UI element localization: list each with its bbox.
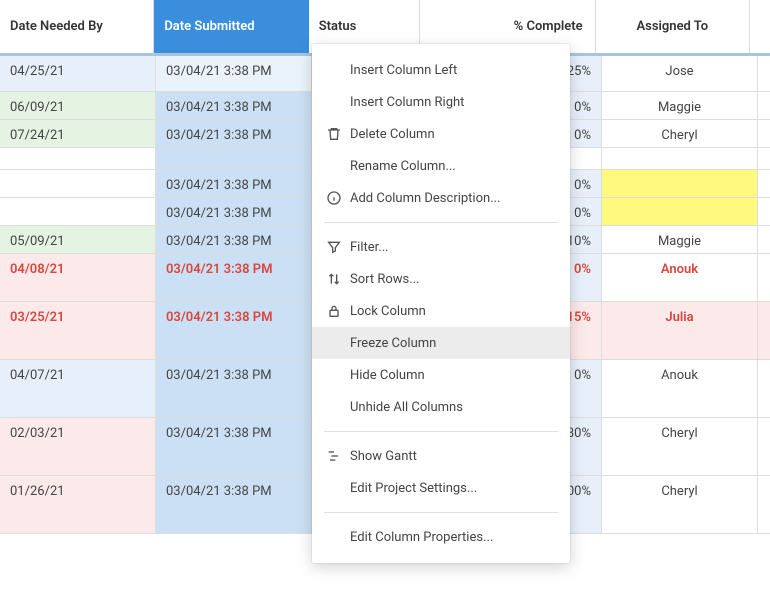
cell-extra[interactable]: [758, 92, 770, 120]
menu-label: Rename Column...: [350, 159, 556, 174]
cell-date-needed[interactable]: 06/09/21: [0, 92, 156, 120]
cell-assigned[interactable]: Anouk: [602, 254, 758, 302]
cell-date-submitted[interactable]: 03/04/21 3:38 PM: [156, 254, 312, 302]
cell-extra[interactable]: [758, 302, 770, 360]
cell-date-submitted[interactable]: [156, 148, 312, 170]
menu-label: Show Gantt: [350, 449, 556, 464]
menu-divider: [324, 222, 558, 223]
cell-extra[interactable]: [758, 56, 770, 92]
cell-extra[interactable]: [758, 254, 770, 302]
cell-assigned[interactable]: Cheryl: [602, 120, 758, 148]
cell-date-needed[interactable]: 01/26/21: [0, 476, 156, 534]
menu-add-column-description[interactable]: Add Column Description...: [312, 182, 570, 214]
cell-date-submitted[interactable]: 03/04/21 3:38 PM: [156, 360, 312, 418]
cell-assigned[interactable]: [602, 148, 758, 170]
cell-assigned[interactable]: [602, 198, 758, 226]
cell-extra[interactable]: [758, 360, 770, 418]
cell-extra[interactable]: [758, 148, 770, 170]
cell-date-submitted[interactable]: 03/04/21 3:38 PM: [156, 92, 312, 120]
column-header-date-needed[interactable]: Date Needed By: [0, 0, 154, 53]
trash-icon: [326, 126, 350, 142]
cell-date-submitted[interactable]: 03/04/21 3:38 PM: [156, 198, 312, 226]
menu-delete-column[interactable]: Delete Column: [312, 118, 570, 150]
menu-label: Filter...: [350, 240, 556, 255]
menu-filter[interactable]: Filter...: [312, 231, 570, 263]
cell-assigned[interactable]: [602, 170, 758, 198]
menu-edit-column-properties[interactable]: Edit Column Properties...: [312, 521, 570, 553]
cell-date-needed[interactable]: 03/25/21: [0, 302, 156, 360]
cell-date-needed[interactable]: 04/08/21: [0, 254, 156, 302]
menu-freeze-column[interactable]: Freeze Column: [312, 327, 570, 359]
cell-extra[interactable]: [758, 170, 770, 198]
info-icon: [326, 190, 350, 206]
cell-date-submitted[interactable]: 03/04/21 3:38 PM: [156, 120, 312, 148]
cell-date-needed[interactable]: 04/07/21: [0, 360, 156, 418]
cell-assigned[interactable]: Julia: [602, 302, 758, 360]
menu-sort-rows[interactable]: Sort Rows...: [312, 263, 570, 295]
cell-date-needed[interactable]: [0, 198, 156, 226]
menu-label: Edit Project Settings...: [350, 481, 556, 496]
cell-date-submitted[interactable]: 03/04/21 3:38 PM: [156, 418, 312, 476]
menu-label: Lock Column: [350, 304, 556, 319]
menu-label: Hide Column: [350, 368, 556, 383]
cell-assigned[interactable]: Maggie: [602, 92, 758, 120]
gantt-icon: [326, 448, 350, 464]
cell-assigned[interactable]: Cheryl: [602, 418, 758, 476]
cell-date-needed[interactable]: 07/24/21: [0, 120, 156, 148]
cell-date-submitted[interactable]: 03/04/21 3:38 PM: [156, 476, 312, 534]
menu-divider: [324, 431, 558, 432]
menu-insert-column-left[interactable]: Insert Column Left: [312, 54, 570, 86]
menu-label: Insert Column Left: [350, 63, 556, 78]
cell-date-needed[interactable]: 04/25/21: [0, 56, 156, 92]
menu-lock-column[interactable]: Lock Column: [312, 295, 570, 327]
cell-extra[interactable]: [758, 198, 770, 226]
cell-date-submitted[interactable]: 03/04/21 3:38 PM: [156, 302, 312, 360]
menu-label: Delete Column: [350, 127, 556, 142]
cell-date-needed[interactable]: [0, 170, 156, 198]
cell-extra[interactable]: [758, 226, 770, 254]
filter-icon: [326, 239, 350, 255]
cell-assigned[interactable]: Anouk: [602, 360, 758, 418]
column-header-extra[interactable]: [750, 0, 770, 53]
cell-date-needed[interactable]: 05/09/21: [0, 226, 156, 254]
cell-date-submitted[interactable]: 03/04/21 3:38 PM: [156, 170, 312, 198]
cell-assigned[interactable]: Cheryl: [602, 476, 758, 534]
menu-label: Sort Rows...: [350, 272, 556, 287]
menu-rename-column[interactable]: Rename Column...: [312, 150, 570, 182]
menu-label: Edit Column Properties...: [350, 530, 556, 545]
cell-extra[interactable]: [758, 418, 770, 476]
cell-assigned[interactable]: Jose: [602, 56, 758, 92]
menu-insert-column-right[interactable]: Insert Column Right: [312, 86, 570, 118]
column-header-date-submitted[interactable]: Date Submitted: [154, 0, 308, 53]
cell-extra[interactable]: [758, 120, 770, 148]
cell-date-needed[interactable]: 02/03/21: [0, 418, 156, 476]
cell-extra[interactable]: [758, 476, 770, 534]
menu-unhide-all-columns[interactable]: Unhide All Columns: [312, 391, 570, 423]
cell-assigned[interactable]: Maggie: [602, 226, 758, 254]
menu-show-gantt[interactable]: Show Gantt: [312, 440, 570, 472]
menu-label: Insert Column Right: [350, 95, 556, 110]
menu-label: Add Column Description...: [350, 191, 556, 206]
column-header-assigned[interactable]: Assigned To: [596, 0, 750, 53]
column-context-menu: Insert Column Left Insert Column Right D…: [312, 44, 570, 563]
menu-hide-column[interactable]: Hide Column: [312, 359, 570, 391]
cell-date-needed[interactable]: [0, 148, 156, 170]
sort-icon: [326, 271, 350, 287]
menu-label: Freeze Column: [350, 336, 556, 351]
cell-date-submitted[interactable]: 03/04/21 3:38 PM: [156, 56, 312, 92]
menu-edit-project-settings[interactable]: Edit Project Settings...: [312, 472, 570, 504]
cell-date-submitted[interactable]: 03/04/21 3:38 PM: [156, 226, 312, 254]
menu-divider: [324, 512, 558, 513]
menu-label: Unhide All Columns: [350, 400, 556, 415]
lock-icon: [326, 303, 350, 319]
